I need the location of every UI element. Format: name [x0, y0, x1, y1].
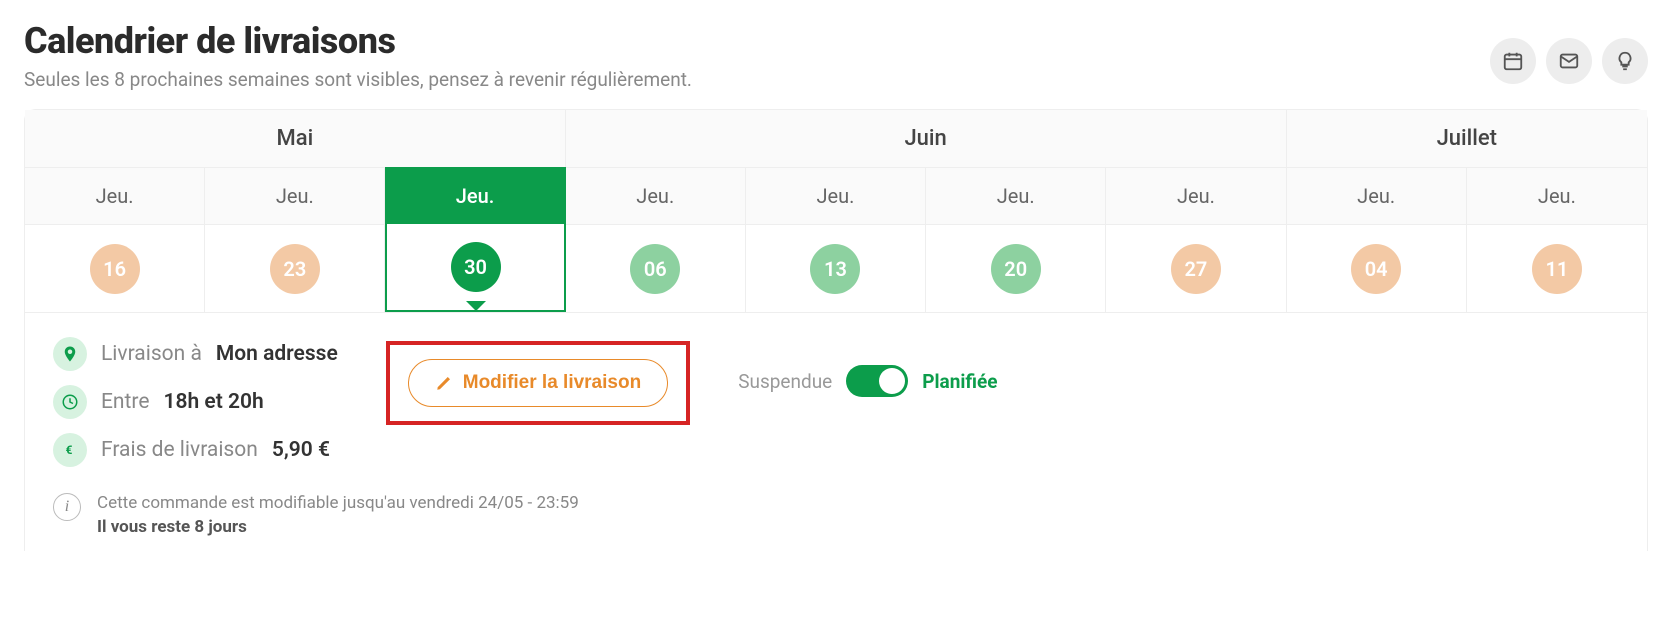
date-cell[interactable]: 11 — [1467, 224, 1647, 312]
weekday-cell: Jeu. — [566, 167, 746, 224]
euro-icon: € — [53, 433, 87, 467]
date-cell[interactable]: 20 — [926, 224, 1106, 312]
modify-highlight-box: Modifier la livraison — [386, 341, 690, 425]
delivery-fee-row: € Frais de livraison 5,90 € — [53, 433, 338, 467]
delivery-location-row: Livraison à Mon adresse — [53, 337, 338, 371]
modify-delivery-button[interactable]: Modifier la livraison — [408, 359, 668, 407]
month-row: Mai Juin Juillet — [25, 110, 1647, 167]
date-cell[interactable]: 16 — [25, 224, 205, 312]
date-cell[interactable]: 23 — [205, 224, 385, 312]
date-circle[interactable]: 16 — [90, 244, 140, 294]
pin-icon — [53, 337, 87, 371]
status-toggle[interactable] — [846, 365, 908, 397]
weekday-cell: Jeu. — [746, 167, 926, 224]
delivery-time-row: Entre 18h et 20h — [53, 385, 338, 419]
page-subtitle: Seules les 8 prochaines semaines sont vi… — [24, 68, 692, 91]
month-cell: Juin — [566, 110, 1287, 167]
status-toggle-block: Suspendue Planifiée — [738, 365, 997, 397]
month-cell: Juillet — [1287, 110, 1647, 167]
date-circle[interactable]: 04 — [1351, 244, 1401, 294]
weekday-cell: Jeu. — [1106, 167, 1286, 224]
date-circle-selected[interactable]: 30 — [451, 242, 501, 292]
weekday-row: Jeu. Jeu. Jeu. Jeu. Jeu. Jeu. Jeu. Jeu. … — [25, 167, 1647, 224]
lightbulb-icon — [1614, 50, 1636, 72]
weekday-cell: Jeu. — [1467, 167, 1647, 224]
selected-arrow-icon — [466, 301, 486, 311]
location-label: Livraison à — [101, 342, 202, 366]
toggle-suspended-label: Suspendue — [738, 370, 832, 393]
location-value: Mon adresse — [216, 342, 338, 366]
weekday-cell-selected: Jeu. — [385, 167, 565, 224]
page-title: Calendrier de livraisons — [24, 20, 692, 62]
date-cell[interactable]: 04 — [1287, 224, 1467, 312]
fee-label: Frais de livraison — [101, 438, 258, 462]
calendar-icon-button[interactable] — [1490, 38, 1536, 84]
lightbulb-icon-button[interactable] — [1602, 38, 1648, 84]
svg-text:€: € — [66, 443, 73, 457]
weekday-cell: Jeu. — [926, 167, 1106, 224]
remaining-text: Il vous reste 8 jours — [97, 517, 579, 537]
mail-icon — [1558, 50, 1580, 72]
fee-value: 5,90 € — [272, 438, 330, 462]
date-cell-selected[interactable]: 30 — [385, 224, 565, 312]
date-circle[interactable]: 27 — [1171, 244, 1221, 294]
pencil-icon — [435, 374, 453, 392]
date-circle[interactable]: 06 — [630, 244, 680, 294]
date-cell[interactable]: 27 — [1106, 224, 1286, 312]
time-value: 18h et 20h — [163, 390, 263, 414]
date-cell[interactable]: 06 — [566, 224, 746, 312]
date-row: 16 23 30 06 13 20 27 04 11 — [25, 224, 1647, 312]
date-circle[interactable]: 23 — [270, 244, 320, 294]
info-icon: i — [53, 493, 81, 521]
date-circle[interactable]: 20 — [991, 244, 1041, 294]
toggle-knob — [879, 368, 905, 394]
weekday-cell: Jeu. — [205, 167, 385, 224]
toggle-planned-label: Planifiée — [922, 370, 997, 393]
time-label: Entre — [101, 390, 149, 414]
deadline-note: i Cette commande est modifiable jusqu'au… — [24, 489, 1648, 551]
clock-icon — [53, 385, 87, 419]
weekday-cell: Jeu. — [25, 167, 205, 224]
delivery-details-panel: Livraison à Mon adresse Entre 18h et 20h… — [24, 313, 1648, 489]
top-actions — [1490, 38, 1648, 84]
weekday-cell: Jeu. — [1287, 167, 1467, 224]
mail-icon-button[interactable] — [1546, 38, 1592, 84]
deadline-text: Cette commande est modifiable jusqu'au v… — [97, 493, 579, 513]
date-cell[interactable]: 13 — [746, 224, 926, 312]
month-cell: Mai — [25, 110, 566, 167]
calendar-icon — [1502, 50, 1524, 72]
date-circle[interactable]: 11 — [1532, 244, 1582, 294]
modify-button-label: Modifier la livraison — [463, 372, 641, 394]
date-circle[interactable]: 13 — [810, 244, 860, 294]
calendar-grid: Mai Juin Juillet Jeu. Jeu. Jeu. Jeu. Jeu… — [24, 109, 1648, 313]
